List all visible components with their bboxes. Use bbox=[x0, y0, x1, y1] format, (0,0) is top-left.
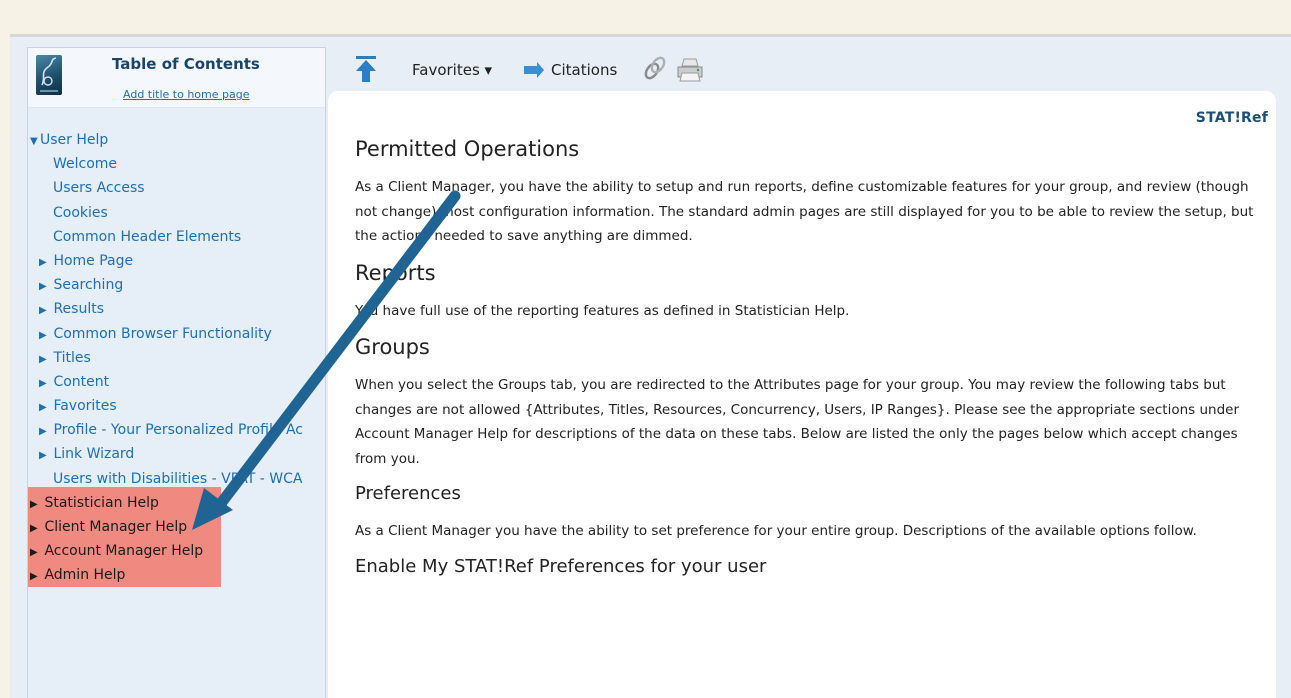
statref-logo-icon bbox=[36, 55, 62, 95]
triangle-right-icon: ▶ bbox=[39, 281, 47, 293]
toc-item-account-manager-help[interactable]: ▶ Account Manager Help bbox=[28, 539, 325, 563]
toc-item-link-wizard[interactable]: ▶ Link Wizard bbox=[28, 442, 325, 466]
citations-button[interactable]: Citations bbox=[551, 61, 617, 79]
toc-item-home-page[interactable]: ▶ Home Page bbox=[28, 249, 325, 273]
favorites-menu[interactable]: Favorites ▾ bbox=[412, 61, 492, 79]
toc-list: ▼ User Help Welcome Users Access Cookies … bbox=[28, 128, 325, 588]
toc-item-user-help[interactable]: ▼ User Help bbox=[28, 128, 325, 152]
triangle-right-icon: ▶ bbox=[39, 256, 47, 268]
toc-item-content[interactable]: ▶ Content bbox=[28, 370, 325, 394]
toc-item-searching[interactable]: ▶ Searching bbox=[28, 273, 325, 297]
app-frame: Table of Contents Add title to home page… bbox=[10, 37, 1291, 698]
toc-title: Table of Contents bbox=[112, 55, 260, 73]
toc-header: Table of Contents Add title to home page bbox=[28, 48, 325, 108]
toc-item-statistician-help[interactable]: ▶ Statistician Help bbox=[28, 491, 325, 515]
content-panel: STAT!Ref Permitted Operations As a Clien… bbox=[328, 91, 1276, 698]
para-preferences: As a Client Manager you have the ability… bbox=[355, 523, 1197, 539]
toc-item-results[interactable]: ▶ Results bbox=[28, 297, 325, 321]
para-groups: When you select the Groups tab, you are … bbox=[355, 377, 1240, 467]
triangle-right-icon: ▶ bbox=[39, 305, 47, 317]
heading-preferences: Preferences bbox=[355, 483, 461, 504]
toc-item-users-access[interactable]: Users Access bbox=[28, 176, 325, 200]
triangle-right-icon: ▶ bbox=[39, 329, 47, 341]
triangle-right-icon: ▶ bbox=[39, 402, 47, 414]
triangle-right-icon: ▶ bbox=[39, 450, 47, 462]
toc-item-admin-help[interactable]: ▶ Admin Help bbox=[28, 563, 325, 587]
triangle-right-icon: ▶ bbox=[30, 498, 38, 510]
link-icon[interactable] bbox=[643, 55, 667, 81]
toc-item-common-header[interactable]: Common Header Elements bbox=[28, 225, 325, 249]
toc-item-welcome[interactable]: Welcome bbox=[28, 152, 325, 176]
triangle-right-icon: ▶ bbox=[39, 377, 47, 389]
toc-item-profile[interactable]: ▶ Profile - Your Personalized Profile Ac bbox=[28, 418, 325, 442]
para-reports: You have full use of the reporting featu… bbox=[355, 302, 850, 319]
toc-item-favorites[interactable]: ▶ Favorites bbox=[28, 394, 325, 418]
triangle-right-icon: ▶ bbox=[30, 571, 38, 583]
toc-item-disabilities[interactable]: Users with Disabilities - VPAT - WCA bbox=[28, 467, 325, 491]
toolbar: Favorites ▾ Citations bbox=[340, 51, 1280, 83]
toc-item-cookies[interactable]: Cookies bbox=[28, 201, 325, 225]
article: Permitted Operations As a Client Manager… bbox=[355, 135, 1265, 592]
heading-enable-preferences: Enable My STAT!Ref Preferences for your … bbox=[355, 555, 767, 577]
toc-item-client-manager-help[interactable]: ▶ Client Manager Help bbox=[28, 515, 325, 539]
toc-item-titles[interactable]: ▶ Titles bbox=[28, 346, 325, 370]
toc-item-common-browser[interactable]: ▶ Common Browser Functionality bbox=[28, 322, 325, 346]
toc-sidebar: Table of Contents Add title to home page… bbox=[27, 47, 326, 698]
para-permitted: As a Client Manager, you have the abilit… bbox=[355, 179, 1254, 244]
triangle-right-icon: ▶ bbox=[30, 523, 38, 534]
triangle-right-icon: ▶ bbox=[30, 547, 38, 559]
heading-groups: Groups bbox=[355, 335, 430, 359]
add-title-link[interactable]: Add title to home page bbox=[123, 88, 250, 101]
heading-permitted-operations: Permitted Operations bbox=[355, 137, 580, 161]
heading-reports: Reports bbox=[355, 260, 436, 285]
triangle-right-icon: ▶ bbox=[39, 426, 47, 438]
citations-icon[interactable] bbox=[523, 61, 545, 79]
scroll-top-icon[interactable] bbox=[354, 55, 378, 83]
triangle-right-icon: ▶ bbox=[39, 353, 47, 365]
triangle-down-icon: ▼ bbox=[30, 136, 38, 147]
brand-logo: STAT!Ref bbox=[1195, 110, 1268, 126]
print-icon[interactable] bbox=[676, 57, 704, 83]
